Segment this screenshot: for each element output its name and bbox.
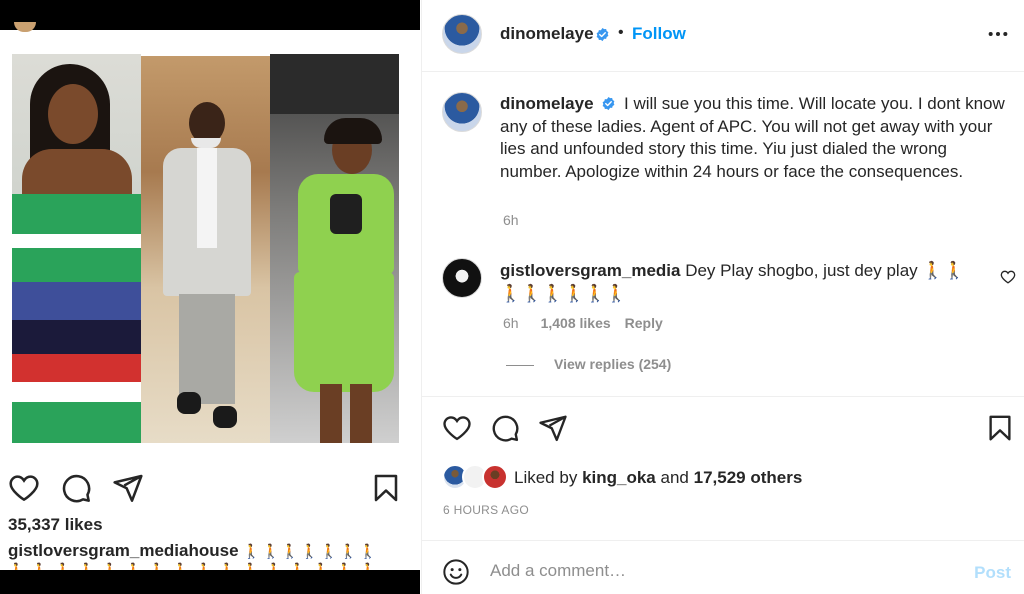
heart-icon[interactable] xyxy=(442,413,472,443)
comment-likes[interactable]: 1,408 likes xyxy=(541,315,611,331)
more-icon[interactable] xyxy=(987,26,1009,42)
share-icon[interactable] xyxy=(538,413,568,443)
left-caption-username[interactable]: gistloversgram_mediahouse xyxy=(8,541,239,560)
comment-like-heart-icon[interactable] xyxy=(1000,269,1016,285)
liked-by-and: and xyxy=(660,468,689,487)
post-button[interactable]: Post xyxy=(974,563,1011,583)
walking-emoji-row: 🚶🚶🚶🚶🚶🚶🚶 xyxy=(242,543,379,559)
liked-by-prefix: Liked by xyxy=(514,468,578,487)
liked-by-others[interactable]: 17,529 others xyxy=(694,468,803,487)
photo-man-grey-suit xyxy=(141,56,270,443)
comment-username[interactable]: gistloversgram_media xyxy=(500,261,680,280)
avatar[interactable] xyxy=(442,14,482,54)
comment-icon[interactable] xyxy=(60,472,92,504)
liked-by-text: Liked by king_oka and 17,529 others xyxy=(514,468,802,488)
heart-icon[interactable] xyxy=(8,472,40,504)
left-like-count[interactable]: 35,337 likes xyxy=(8,515,103,535)
post-header: dinomelaye • Follow xyxy=(422,0,1024,72)
bookmark-icon[interactable] xyxy=(370,472,402,504)
caption-avatar[interactable] xyxy=(442,92,482,132)
comment-icon[interactable] xyxy=(490,413,520,443)
share-icon[interactable] xyxy=(112,472,144,504)
caption-time[interactable]: 6h xyxy=(503,212,519,228)
header-username[interactable]: dinomelaye xyxy=(500,24,594,44)
bookmark-icon[interactable] xyxy=(985,413,1015,443)
comment: gistloversgram_media Dey Play shogbo, ju… xyxy=(500,260,980,305)
post-caption: dinomelaye I will sue you this time. Wil… xyxy=(500,93,1005,183)
left-action-bar xyxy=(8,470,408,504)
view-replies-label: View replies (254) xyxy=(554,356,672,372)
add-comment-bar: Post xyxy=(422,540,1024,594)
follow-button[interactable]: Follow xyxy=(632,24,686,44)
verified-icon xyxy=(602,96,615,111)
reply-button[interactable]: Reply xyxy=(625,315,663,331)
post-timestamp[interactable]: 6 HOURS AGO xyxy=(443,503,529,517)
post-image-collage[interactable] xyxy=(12,54,399,443)
previous-post-panel: 35,337 likes gistloversgram_mediahouse 🚶🚶… xyxy=(0,0,420,594)
top-black-bar xyxy=(0,0,420,32)
photo-woman-striped-dress xyxy=(12,54,141,443)
view-replies-button[interactable]: View replies (254) xyxy=(506,356,671,372)
caption-username[interactable]: dinomelaye xyxy=(500,94,594,113)
comment-avatar[interactable] xyxy=(442,258,482,298)
emoji-icon[interactable] xyxy=(442,558,470,586)
avatar xyxy=(482,464,508,490)
bottom-black-bar xyxy=(0,570,420,594)
comments-panel: dinomelaye • Follow dinomelaye I will su… xyxy=(421,0,1024,594)
comment-time[interactable]: 6h xyxy=(503,315,519,331)
photo-woman-green-outfit xyxy=(270,54,399,443)
comment-input[interactable] xyxy=(490,553,940,589)
comment-meta: 6h 1,408 likes Reply xyxy=(503,315,663,331)
separator-dot: • xyxy=(618,24,624,41)
replies-divider-line xyxy=(506,364,534,366)
action-bar xyxy=(422,396,1024,458)
verified-icon xyxy=(596,27,609,42)
left-caption: gistloversgram_mediahouse 🚶🚶🚶🚶🚶🚶🚶 xyxy=(8,541,379,561)
avatar-stub xyxy=(14,22,36,32)
liked-by-user[interactable]: king_oka xyxy=(582,468,656,487)
